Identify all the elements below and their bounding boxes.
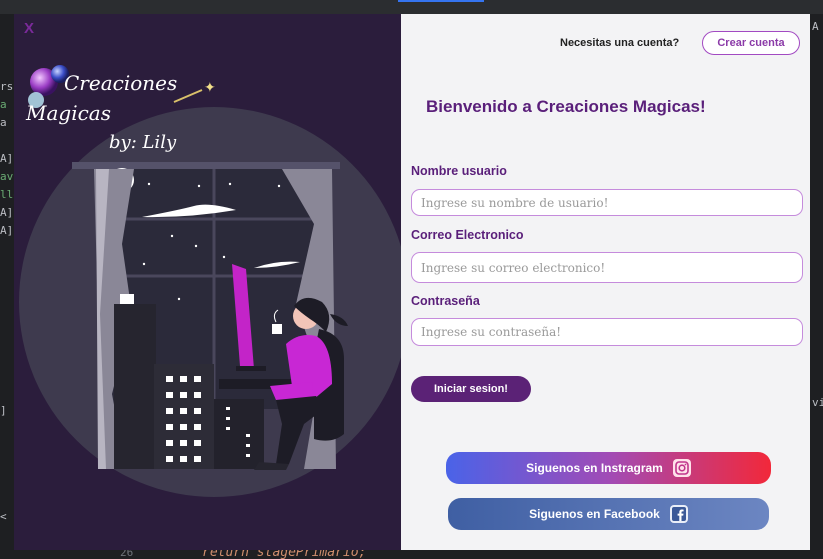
- create-account-button[interactable]: Crear cuenta: [702, 31, 800, 55]
- logo-text-1: Creaciones: [64, 71, 177, 95]
- password-label: Contraseña: [411, 294, 480, 308]
- building: [114, 304, 156, 469]
- login-window: ✦ Creaciones Magicas by: Lily X Necesita…: [14, 14, 810, 550]
- ide-fragment: a [-: [0, 116, 14, 129]
- logo-text-3: by: Lily: [109, 132, 177, 153]
- ide-fragment: a [: [0, 98, 14, 111]
- ide-fragment: rs: [0, 80, 14, 93]
- email-input[interactable]: Ingrese su correo electronico!: [411, 252, 803, 283]
- password-input[interactable]: Ingrese su contraseña!: [411, 318, 803, 346]
- svg-text:✦: ✦: [204, 79, 216, 95]
- ide-line-number: 26: [120, 550, 134, 559]
- ide-fragment: <: [0, 510, 7, 523]
- ide-fragment: vi: [812, 396, 823, 409]
- ide-fragment: llec: [0, 188, 14, 201]
- login-form-panel: Necesitas una cuenta? Crear cuenta Bienv…: [401, 14, 810, 550]
- ide-active-tab-indicator: [398, 0, 484, 2]
- mug: [272, 324, 282, 334]
- magic-wand-icon: [173, 89, 203, 103]
- ide-bottom-code: 26 return stagePrimario;: [0, 550, 823, 559]
- facebook-label: Siguenos en Facebook: [529, 507, 660, 521]
- close-button[interactable]: X: [24, 20, 34, 37]
- ide-fragment: A: [812, 20, 819, 33]
- ide-fragment: A]: [0, 224, 14, 237]
- ide-fragment: A]: [0, 206, 14, 219]
- instagram-icon: [672, 459, 691, 477]
- ide-fragment: ava: [0, 170, 14, 183]
- facebook-icon: [669, 505, 688, 523]
- building: [214, 399, 264, 469]
- instagram-button[interactable]: Siguenos en Instragram: [446, 452, 771, 484]
- username-input[interactable]: Ingrese su nombre de usuario!: [411, 189, 803, 216]
- facebook-button[interactable]: Siguenos en Facebook: [448, 498, 769, 530]
- login-button[interactable]: Iniciar sesion!: [411, 376, 531, 402]
- ide-fragment: ]: [0, 404, 7, 417]
- need-account-text: Necesitas una cuenta?: [560, 37, 680, 49]
- ide-fragment: A]: [0, 152, 14, 165]
- window-frame-top: [72, 162, 340, 169]
- ide-code-line: return stagePrimario;: [202, 550, 367, 559]
- username-label: Nombre usuario: [411, 164, 507, 178]
- email-label: Correo Electronico: [411, 228, 524, 242]
- illustration-panel: ✦ Creaciones Magicas by: Lily X: [14, 14, 401, 550]
- ide-top-bar: [0, 0, 823, 14]
- welcome-title: Bienvenido a Creaciones Magicas!: [426, 97, 706, 116]
- ide-right-gutter: A vi: [810, 14, 823, 559]
- ide-left-gutter: rs a [ a [- A] ava llec A] A] ] <: [0, 14, 14, 559]
- instagram-label: Siguenos en Instragram: [526, 461, 663, 475]
- brand-logo: ✦ Creaciones Magicas by: Lily: [25, 65, 216, 153]
- logo-text-2: Magicas: [25, 101, 111, 125]
